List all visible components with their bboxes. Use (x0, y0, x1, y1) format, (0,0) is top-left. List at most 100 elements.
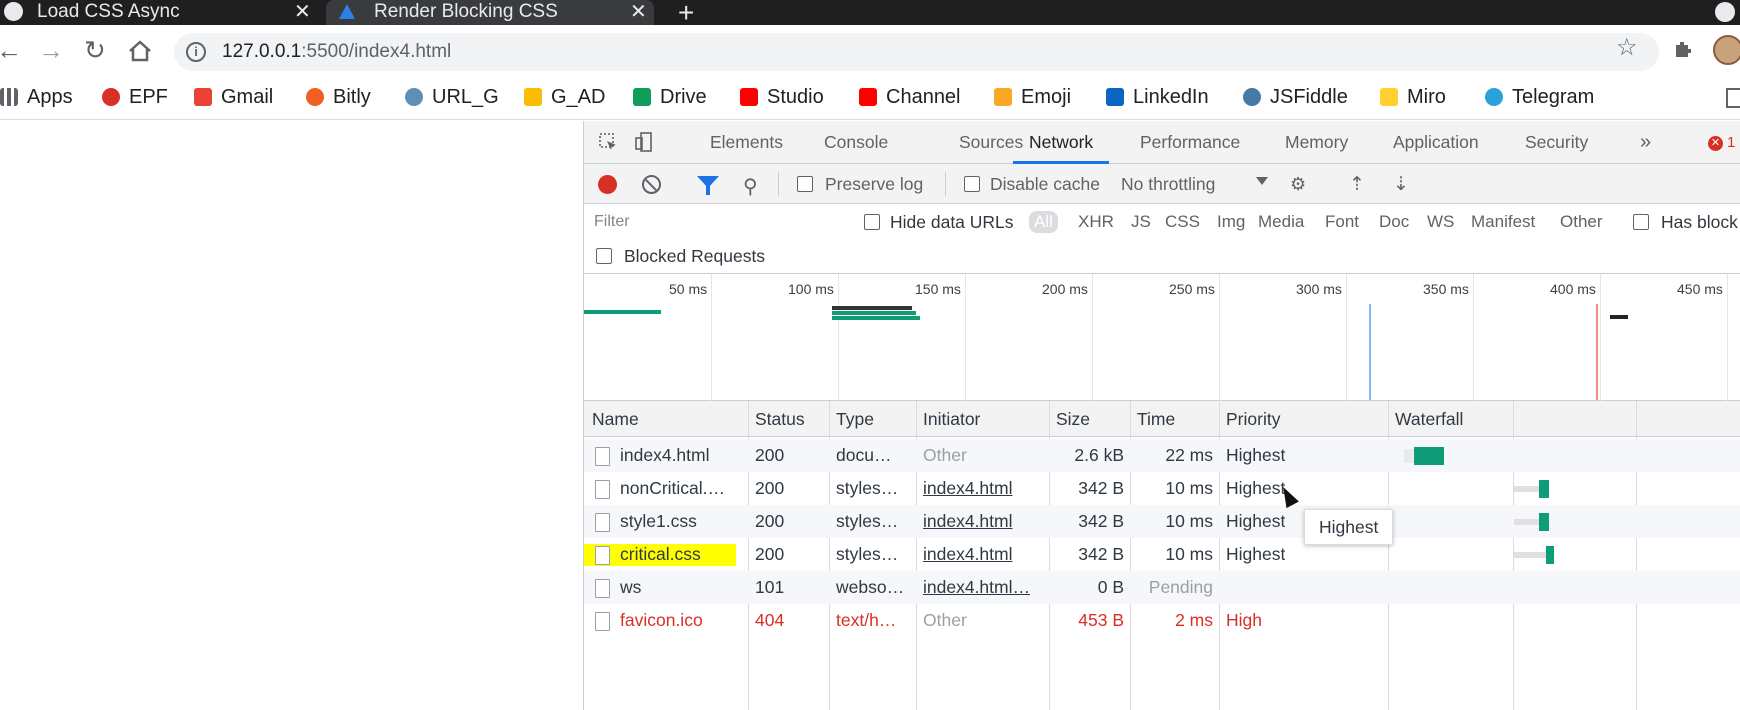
table-row[interactable]: nonCritical.… 200 styles… index4.html 34… (584, 472, 1740, 505)
filter-type-js[interactable]: JS (1131, 212, 1151, 232)
extensions-icon[interactable] (1672, 39, 1692, 59)
bookmark-apps[interactable]: Apps (0, 85, 73, 109)
overview-bar (832, 306, 912, 310)
throttling-select[interactable]: No throttling (1121, 174, 1215, 195)
filter-type-font[interactable]: Font (1325, 212, 1359, 232)
bookmark-star-icon[interactable]: ☆ (1616, 33, 1638, 62)
filter-input[interactable] (594, 208, 830, 236)
more-tabs-icon[interactable]: » (1640, 121, 1651, 164)
forward-icon[interactable]: → (38, 35, 64, 65)
tab-console[interactable]: Console (824, 121, 888, 164)
filter-type-all[interactable]: All (1029, 211, 1058, 233)
bookmark-jsfiddle[interactable]: JSFiddle (1243, 85, 1348, 109)
bookmark-telegram[interactable]: Telegram (1485, 85, 1594, 109)
bookmark-label: Telegram (1512, 85, 1595, 108)
youtube-icon (859, 88, 877, 106)
bookmark-label: Apps (27, 85, 73, 108)
file-icon (595, 447, 610, 466)
tab-security[interactable]: Security (1525, 121, 1588, 164)
col-initiator[interactable]: Initiator (923, 401, 980, 437)
overview-tick: 300 ms (1296, 281, 1342, 297)
blocked-requests-row: Blocked Requests (584, 241, 1740, 274)
request-initiator[interactable]: index4.html… (923, 571, 1030, 604)
request-type: text/h… (836, 610, 897, 630)
import-har-icon[interactable]: ⇡ (1349, 173, 1365, 196)
bookmark-g-ad[interactable]: G_AD (524, 85, 605, 109)
blocked-requests-checkbox[interactable] (596, 248, 612, 264)
request-type: docu… (836, 445, 892, 465)
tab-title: Load CSS Async (37, 1, 180, 22)
reload-icon[interactable]: ↻ (84, 35, 106, 65)
filter-type-media[interactable]: Media (1258, 212, 1304, 232)
filter-type-css[interactable]: CSS (1165, 212, 1200, 232)
table-row[interactable]: ws 101 webso… index4.html… 0 B Pending (584, 571, 1740, 604)
col-priority[interactable]: Priority (1226, 401, 1280, 437)
table-row[interactable]: style1.css 200 styles… index4.html 342 B… (584, 505, 1740, 538)
url-text[interactable]: 127.0.0.1:5500/index4.html (222, 41, 451, 63)
request-initiator[interactable]: index4.html (923, 538, 1013, 571)
chevron-down-icon[interactable] (1256, 177, 1268, 185)
network-conditions-icon[interactable]: ⚙ (1290, 174, 1306, 195)
clear-icon[interactable] (642, 175, 661, 194)
waterfall-bar (1514, 552, 1546, 558)
close-tab-icon[interactable]: ✕ (630, 0, 647, 24)
export-har-icon[interactable]: ⇣ (1393, 173, 1409, 196)
col-waterfall[interactable]: Waterfall (1395, 401, 1463, 437)
request-time: 10 ms (1165, 511, 1213, 531)
request-initiator[interactable]: index4.html (923, 472, 1013, 505)
preserve-log-checkbox[interactable] (797, 176, 813, 192)
bookmark-epf[interactable]: EPF (102, 85, 168, 109)
col-time[interactable]: Time (1137, 401, 1175, 437)
tab-load-css-async[interactable]: Load CSS Async ✕ (0, 0, 322, 25)
filter-type-ws[interactable]: WS (1427, 212, 1454, 232)
bookmark-url-g[interactable]: URL_G (405, 85, 499, 109)
other-bookmarks-icon[interactable] (1726, 88, 1740, 108)
bookmark-studio[interactable]: Studio (740, 85, 824, 109)
filter-type-doc[interactable]: Doc (1379, 212, 1409, 232)
table-row[interactable]: favicon.ico 404 text/h… Other 453 B 2 ms… (584, 604, 1740, 637)
error-count-badge[interactable]: ✕ 1 (1708, 134, 1735, 151)
filter-type-xhr[interactable]: XHR (1078, 212, 1114, 232)
filter-type-img[interactable]: Img (1217, 212, 1245, 232)
tab-application[interactable]: Application (1393, 121, 1479, 164)
tab-performance[interactable]: Performance (1140, 121, 1240, 164)
col-size[interactable]: Size (1056, 401, 1090, 437)
tab-elements[interactable]: Elements (710, 121, 783, 164)
avatar[interactable] (1713, 35, 1740, 65)
bookmark-emoji[interactable]: Emoji (994, 85, 1071, 109)
waterfall-bar (1414, 447, 1444, 465)
bookmark-linkedin[interactable]: LinkedIn (1106, 85, 1209, 109)
site-info-icon[interactable]: i (186, 42, 206, 62)
bookmark-miro[interactable]: Miro (1380, 85, 1446, 109)
col-type[interactable]: Type (836, 401, 874, 437)
drive-icon (633, 88, 651, 106)
table-row[interactable]: critical.css 200 styles… index4.html 342… (584, 538, 1740, 571)
tab-network[interactable]: Network (1013, 121, 1110, 164)
close-tab-icon[interactable]: ✕ (294, 0, 311, 24)
bookmark-bitly[interactable]: Bitly (306, 85, 371, 109)
disable-cache-checkbox[interactable] (964, 176, 980, 192)
hide-data-urls-checkbox[interactable] (864, 214, 880, 230)
request-initiator[interactable]: index4.html (923, 505, 1013, 538)
search-icon[interactable]: ⚲ (743, 174, 758, 199)
col-name[interactable]: Name (592, 401, 639, 437)
profile-menu-icon[interactable] (1715, 2, 1735, 22)
filter-type-manifest[interactable]: Manifest (1471, 212, 1535, 232)
tab-render-blocking-css[interactable]: Render Blocking CSS ✕ (326, 0, 654, 25)
inspect-element-icon[interactable] (598, 132, 618, 152)
address-bar[interactable]: i 127.0.0.1:5500/index4.html (174, 33, 1659, 71)
record-icon[interactable] (598, 175, 617, 194)
tab-memory[interactable]: Memory (1285, 121, 1348, 164)
has-blocked-cookies-checkbox[interactable] (1633, 214, 1649, 230)
request-name: style1.css (620, 511, 697, 531)
back-icon[interactable]: ← (0, 35, 22, 65)
bookmark-drive[interactable]: Drive (633, 85, 707, 109)
table-row[interactable]: index4.html 200 docu… Other 2.6 kB 22 ms… (584, 439, 1740, 472)
col-status[interactable]: Status (755, 401, 805, 437)
bookmark-gmail[interactable]: Gmail (194, 85, 273, 109)
bookmark-channel[interactable]: Channel (859, 85, 961, 109)
bookmark-label: Emoji (1021, 85, 1072, 108)
device-toolbar-icon[interactable] (634, 132, 654, 152)
home-icon[interactable] (128, 40, 152, 62)
filter-type-other[interactable]: Other (1560, 212, 1603, 232)
